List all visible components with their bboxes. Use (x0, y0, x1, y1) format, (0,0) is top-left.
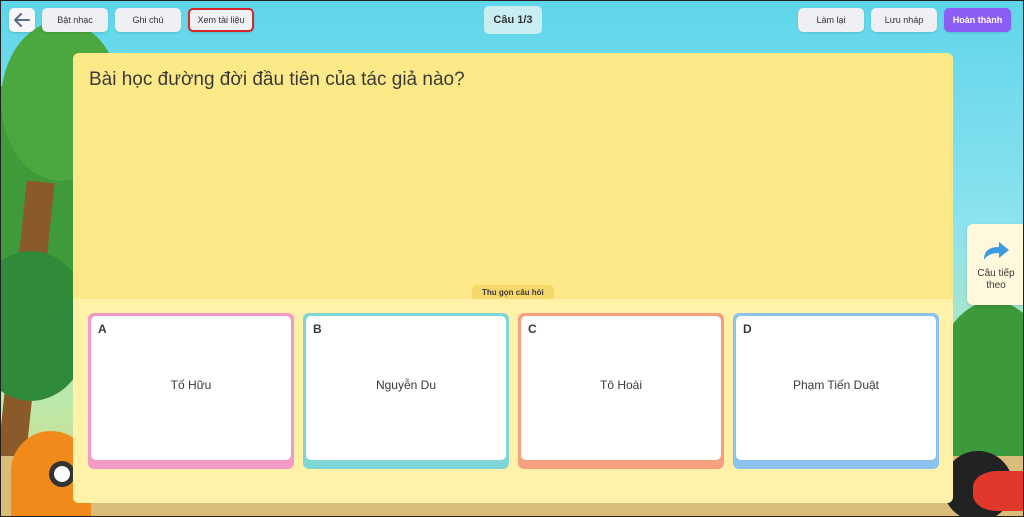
answer-text: Nguyễn Du (375, 378, 437, 392)
save-draft-button[interactable]: Lưu nháp (871, 8, 937, 32)
answer-card-a[interactable]: A Tố Hữu (88, 313, 294, 469)
answer-text: Tô Hoài (599, 378, 643, 392)
question-text: Bài học đường đời đầu tiên của tác giả n… (89, 69, 465, 90)
tiger-eye (49, 461, 75, 487)
answer-card-c[interactable]: C Tô Hoài (518, 313, 724, 469)
app-frame: Bật nhạc Ghi chú Xem tài liệu Câu 1/3 Là… (0, 0, 1024, 517)
retry-button[interactable]: Làm lại (798, 8, 864, 32)
answer-letter: C (528, 322, 537, 336)
next-question-button[interactable]: Câu tiếp theo (967, 224, 1023, 305)
answer-card-body: A Tố Hữu (91, 316, 291, 460)
view-documents-button[interactable]: Xem tài liệu (188, 8, 254, 32)
answer-card-b[interactable]: B Nguyễn Du (303, 313, 509, 469)
back-arrow-icon (14, 13, 30, 27)
answer-card-d[interactable]: D Phạm Tiến Duật (733, 313, 939, 469)
collapse-question-button[interactable]: Thu gọn câu hỏi (472, 285, 554, 300)
answer-card-body: C Tô Hoài (521, 316, 721, 460)
answer-text: Tố Hữu (170, 378, 212, 392)
answer-letter: B (313, 322, 322, 336)
next-question-label: Câu tiếp theo (977, 268, 1015, 291)
finish-button[interactable]: Hoàn thành (944, 8, 1011, 32)
notes-button[interactable]: Ghi chú (115, 8, 181, 32)
question-counter: Câu 1/3 (484, 6, 542, 34)
toucan-beak (973, 471, 1023, 511)
answer-text: Phạm Tiến Duật (792, 378, 880, 392)
question-panel: Bài học đường đời đầu tiên của tác giả n… (73, 53, 953, 503)
answer-letter: D (743, 322, 752, 336)
top-toolbar: Bật nhạc Ghi chú Xem tài liệu Câu 1/3 Là… (1, 1, 1023, 39)
music-button[interactable]: Bật nhạc (42, 8, 108, 32)
answer-card-body: D Phạm Tiến Duật (736, 316, 936, 460)
back-button[interactable] (9, 8, 35, 32)
forward-arrow-icon (984, 242, 1009, 260)
answer-letter: A (98, 322, 107, 336)
answers-area: A Tố Hữu B Nguyễn Du C Tô Hoài D Phạm Ti… (73, 299, 953, 503)
answer-card-body: B Nguyễn Du (306, 316, 506, 460)
